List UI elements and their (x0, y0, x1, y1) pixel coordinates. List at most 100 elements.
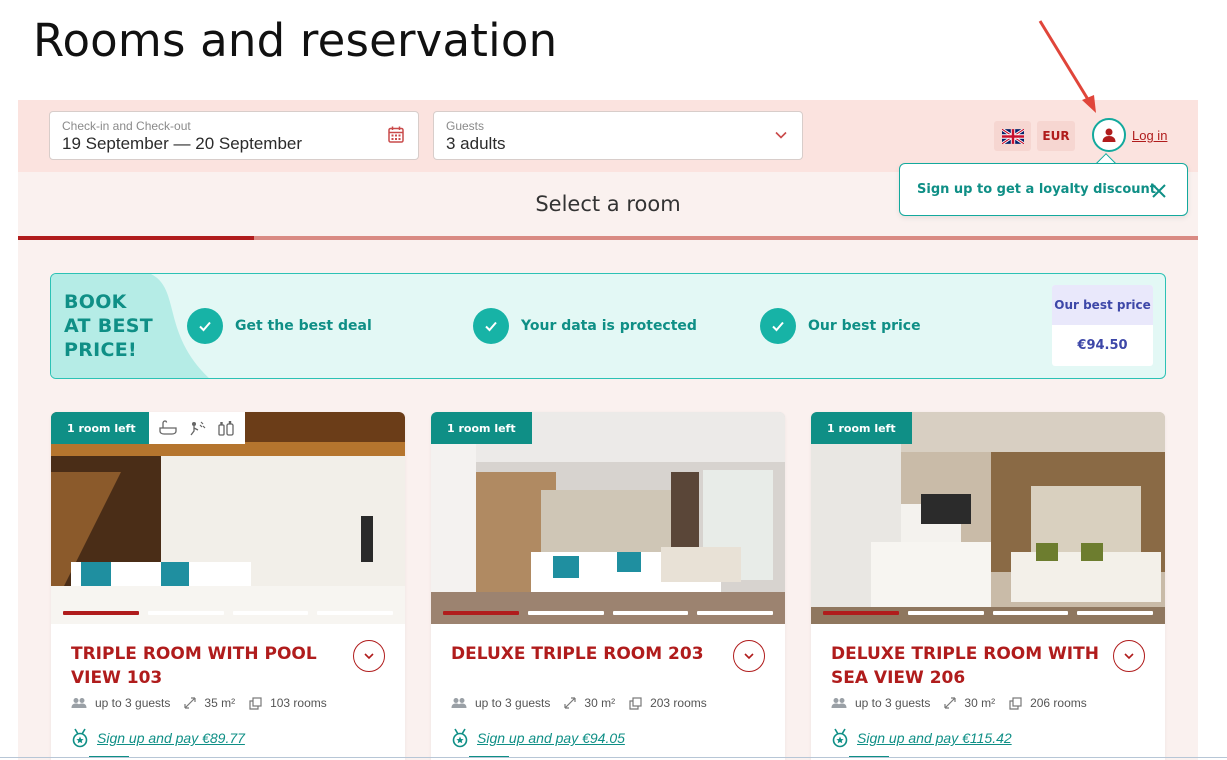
carousel-dot[interactable] (823, 611, 899, 615)
carousel-dot[interactable] (697, 611, 773, 615)
promo-feature-label: Your data is protected (521, 318, 697, 334)
guests-label: Guests (446, 119, 485, 133)
promo-headline-line: AT BEST (64, 315, 154, 337)
carousel-dot[interactable] (317, 611, 393, 615)
expand-room-button[interactable] (1113, 640, 1145, 672)
area-text: 35 m² (204, 696, 236, 710)
resize-icon (184, 697, 196, 709)
room-name[interactable]: TRIPLE ROOM WITH POOL VIEW 103 (71, 642, 341, 690)
guests-info: up to 3 guests (831, 696, 930, 710)
promo-headline: BOOK AT BEST PRICE! (64, 290, 153, 362)
promo-feature-label: Get the best deal (235, 318, 372, 334)
best-price-label: Our best price (1052, 285, 1153, 325)
signup-price-link[interactable]: Sign up and pay €115.42 (831, 728, 1012, 748)
carousel-dot[interactable] (63, 611, 139, 615)
carousel-dot[interactable] (443, 611, 519, 615)
signup-price-text: Sign up and pay €94.05 (477, 730, 625, 746)
rooms-left-badge: 1 room left (431, 412, 532, 444)
copy-icon (249, 696, 262, 710)
loyalty-popup-text: Sign up to get a loyalty discount (917, 182, 1156, 197)
amenity-strip (149, 412, 245, 444)
area-info: 30 m² (564, 696, 615, 710)
carousel-dot[interactable] (612, 611, 689, 615)
resize-icon (944, 697, 956, 709)
search-bar: Check-in and Check-out 19 September — 20… (18, 100, 1198, 172)
guests-text: up to 3 guests (95, 696, 171, 710)
expand-room-button[interactable] (353, 640, 385, 672)
loyalty-medal-icon (72, 728, 88, 748)
copy-icon (629, 696, 642, 710)
room-count-info: 206 rooms (1009, 696, 1087, 710)
loyalty-medal-icon (832, 728, 848, 748)
rooms-left-badge: 1 room left (811, 412, 912, 444)
room-name-line: VIEW 103 (71, 668, 163, 688)
room-card[interactable]: 1 room left TRIPLE ROOM WITH POOL VIEW 1… (51, 412, 405, 760)
toiletries-icon (218, 421, 234, 436)
promo-headline-line: PRICE! (64, 339, 138, 361)
guests-text: up to 3 guests (475, 696, 551, 710)
area-text: 30 m² (964, 696, 996, 710)
signup-price-text: Sign up and pay €115.42 (857, 730, 1012, 746)
signup-price-text: Sign up and pay €89.77 (97, 730, 245, 746)
room-meta: up to 3 guests 30 m² 206 rooms (831, 696, 1101, 710)
chevron-down-icon (775, 131, 787, 139)
room-name[interactable]: DELUXE TRIPLE ROOM 203 (451, 642, 721, 666)
carousel-dot[interactable] (232, 611, 309, 615)
page-bottom-divider (0, 757, 1227, 758)
user-account-button[interactable] (1092, 118, 1126, 152)
room-name-line: SEA VIEW 206 (831, 668, 966, 688)
check-icon (187, 308, 223, 344)
rooms-left-badge: 1 room left (51, 412, 152, 444)
room-name[interactable]: DELUXE TRIPLE ROOM WITH SEA VIEW 206 (831, 642, 1101, 690)
close-icon[interactable] (1151, 183, 1167, 199)
carousel-dot[interactable] (1077, 611, 1153, 615)
signup-price-link[interactable]: Sign up and pay €94.05 (451, 728, 625, 748)
room-meta: up to 3 guests 35 m² 103 rooms (71, 696, 341, 710)
carousel-dot[interactable] (147, 611, 224, 615)
guests-icon (71, 698, 87, 708)
guests-icon (451, 698, 467, 708)
promo-feature: Our best price (760, 308, 921, 344)
room-name-line: DELUXE TRIPLE ROOM 203 (451, 644, 704, 664)
room-name-line: TRIPLE ROOM WITH POOL (71, 644, 317, 664)
image-carousel-indicator[interactable] (443, 611, 773, 615)
user-icon (1102, 128, 1116, 142)
step-progress-fill (18, 236, 254, 240)
resize-icon (564, 697, 576, 709)
carousel-dot[interactable] (992, 611, 1069, 615)
room-card[interactable]: 1 room left DELUXE TRIPLE ROOM 203 up to… (431, 412, 785, 760)
dates-field[interactable]: Check-in and Check-out 19 September — 20… (49, 111, 419, 160)
room-count-info: 103 rooms (249, 696, 327, 710)
shower-icon (190, 421, 206, 436)
promo-feature: Get the best deal (187, 308, 372, 344)
carousel-dot[interactable] (527, 611, 604, 615)
promo-banner: BOOK AT BEST PRICE! Get the best deal Yo… (50, 273, 1166, 379)
guests-field[interactable]: Guests 3 adults (433, 111, 803, 160)
room-count-info: 203 rooms (629, 696, 707, 710)
area-text: 30 m² (584, 696, 616, 710)
signup-price-link[interactable]: Sign up and pay €89.77 (71, 728, 245, 748)
guests-value: 3 adults (446, 134, 506, 153)
room-name-line: DELUXE TRIPLE ROOM WITH (831, 644, 1099, 664)
guests-info: up to 3 guests (451, 696, 550, 710)
chevron-down-icon (364, 653, 374, 660)
language-button[interactable] (994, 121, 1031, 151)
dates-value: 19 September — 20 September (62, 134, 303, 153)
image-carousel-indicator[interactable] (63, 611, 393, 615)
guests-text: up to 3 guests (855, 696, 931, 710)
loyalty-medal-icon (452, 728, 468, 748)
promo-feature-label: Our best price (808, 318, 921, 334)
check-icon (760, 308, 796, 344)
currency-button[interactable]: EUR (1037, 121, 1075, 151)
expand-room-button[interactable] (733, 640, 765, 672)
chevron-down-icon (744, 653, 754, 660)
image-carousel-indicator[interactable] (823, 611, 1153, 615)
room-count-text: 103 rooms (270, 696, 327, 710)
login-link[interactable]: Log in (1132, 128, 1167, 143)
best-price-value: €94.50 (1077, 338, 1128, 353)
best-price-box: Our best price €94.50 (1052, 285, 1153, 366)
carousel-dot[interactable] (907, 611, 984, 615)
room-count-text: 203 rooms (650, 696, 707, 710)
room-card[interactable]: 1 room left DELUXE TRIPLE ROOM WITH SEA … (811, 412, 1165, 760)
chevron-down-icon (1124, 653, 1134, 660)
